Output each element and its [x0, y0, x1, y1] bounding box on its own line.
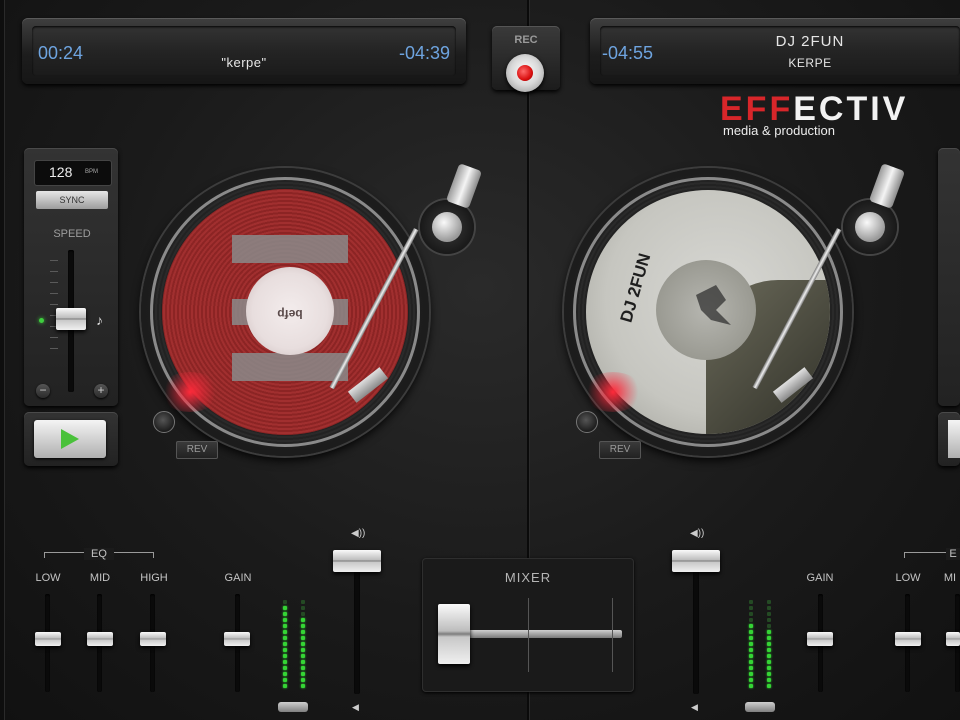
left-channel-fader-handle[interactable] — [333, 550, 381, 572]
right-channel-fader-handle[interactable] — [672, 550, 720, 572]
gain-label: GAIN — [224, 572, 252, 584]
left-cue-knob[interactable] — [153, 411, 175, 433]
right-play-panel — [938, 412, 960, 466]
right-channel-fader-track[interactable] — [693, 556, 699, 694]
left-rev-button[interactable]: REV — [176, 441, 218, 459]
left-channel-fader-track[interactable] — [354, 556, 360, 694]
right-play-button[interactable] — [948, 420, 960, 458]
speed-ticks — [50, 260, 58, 349]
left-vu-meter-b — [301, 600, 305, 690]
right-record-label — [656, 260, 756, 360]
eq-low-handle[interactable] — [35, 632, 61, 646]
right-volume-icon: ◀)) — [690, 528, 705, 539]
bpm-display: 128 BPM — [34, 160, 112, 186]
bpm-unit: BPM — [85, 169, 99, 175]
right-platter-glow — [583, 372, 643, 412]
eq-mid-handle[interactable] — [87, 632, 113, 646]
left-platter-glow — [160, 372, 220, 412]
eq-mid-label: MID — [89, 572, 111, 584]
music-note-icon: ♪ — [96, 312, 103, 328]
effectiv-logo: EFFECTIV media & production — [720, 92, 909, 138]
right-eq-mid-handle[interactable] — [946, 632, 960, 646]
left-vu-switch[interactable] — [278, 702, 308, 712]
right-vu-switch[interactable] — [745, 702, 775, 712]
right-remaining-time: -04:55 — [602, 43, 654, 63]
right-artist: DJ 2FUN — [775, 33, 845, 50]
right-gain-handle[interactable] — [807, 632, 833, 646]
sync-button[interactable]: SYNC — [36, 191, 108, 209]
right-rev-button[interactable]: REV — [599, 441, 641, 459]
bpm-value: 128 — [49, 164, 73, 180]
left-fader-down-icon: ◀ — [352, 702, 359, 712]
horse-rider-icon — [696, 285, 731, 325]
mixer-panel: MIXER — [422, 558, 634, 692]
mixer-title: MIXER — [504, 570, 552, 585]
left-deck-display: 00:24 "kerpe" -04:39 — [22, 18, 466, 84]
right-gain-label: GAIN — [806, 572, 834, 584]
right-track-name: KERPE — [788, 56, 832, 70]
crossfader-track[interactable] — [454, 630, 622, 638]
left-record-label: befp — [246, 267, 334, 355]
rec-label: REC — [514, 34, 538, 46]
right-eq-label: E — [946, 548, 960, 560]
speed-slider-handle[interactable] — [56, 308, 86, 330]
left-vu-meter-a — [283, 600, 287, 690]
right-vu-meter-b — [767, 600, 771, 690]
gain-handle[interactable] — [224, 632, 250, 646]
logo-subtitle: media & production — [723, 123, 836, 138]
right-eq-low-label: LOW — [895, 572, 921, 584]
crossfader-handle[interactable] — [438, 604, 471, 664]
right-deck-display: -04:55 DJ 2FUN KERPE — [590, 18, 960, 84]
rec-button[interactable] — [506, 54, 544, 92]
left-volume-icon: ◀)) — [351, 528, 366, 539]
right-speed-panel — [938, 148, 960, 406]
play-button[interactable] — [34, 420, 106, 458]
pitch-zero-led — [39, 318, 44, 323]
speed-plus-button[interactable]: + — [94, 384, 108, 398]
right-record-text: DJ 2FUN — [616, 251, 655, 325]
rec-panel: REC — [492, 26, 560, 92]
speed-label: SPEED — [53, 228, 91, 240]
eq-high-label: HIGH — [140, 572, 168, 584]
play-panel — [24, 412, 118, 466]
right-cue-knob[interactable] — [576, 411, 598, 433]
speed-minus-button[interactable]: − — [36, 384, 50, 398]
right-eq-low-handle[interactable] — [895, 632, 921, 646]
right-eq-mid-label: MI — [943, 572, 957, 584]
play-icon — [61, 429, 79, 449]
left-edge — [0, 0, 5, 720]
eq-low-label: LOW — [35, 572, 61, 584]
record-icon — [517, 65, 533, 81]
right-fader-down-icon: ◀ — [691, 702, 698, 712]
right-vu-meter-a — [749, 600, 753, 690]
eq-high-handle[interactable] — [140, 632, 166, 646]
left-remaining-time: -04:39 — [398, 43, 450, 63]
eq-label: EQ — [84, 548, 114, 560]
